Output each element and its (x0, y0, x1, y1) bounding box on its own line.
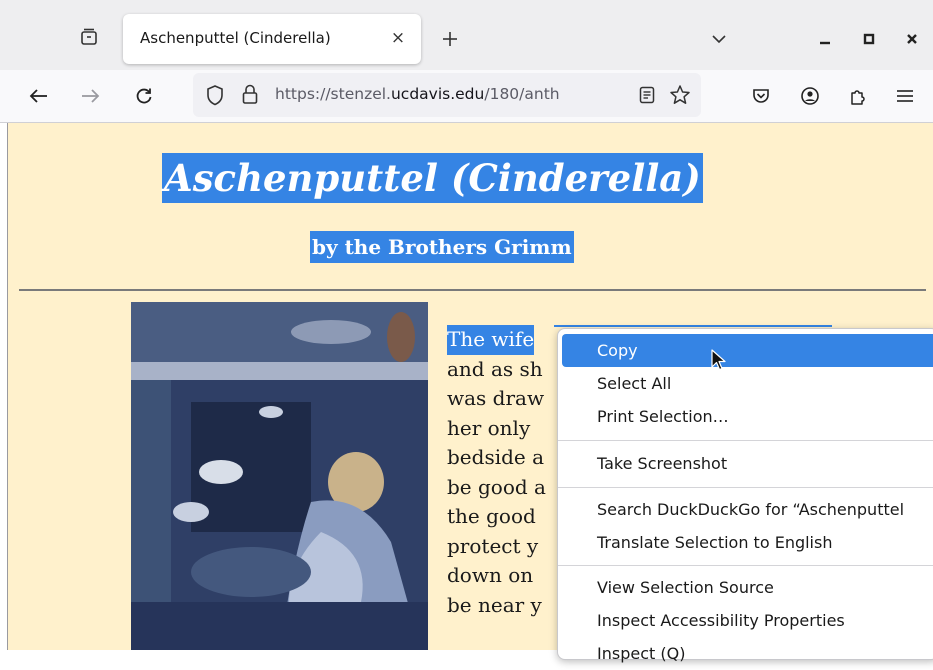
bookmark-star-icon[interactable] (669, 84, 691, 110)
navigation-toolbar: https://stenzel.ucdavis.edu/180/anth (0, 70, 933, 123)
selection-highlight (554, 325, 832, 327)
story-line: the good (447, 504, 536, 528)
menu-item-inspect[interactable]: Inspect (Q) (562, 637, 933, 670)
url-host: ucdavis.edu (390, 85, 485, 103)
context-menu: Copy Select All Print Selection… Take Sc… (557, 328, 933, 663)
new-tab-button[interactable] (438, 27, 462, 51)
account-icon[interactable] (797, 83, 823, 109)
menu-item-select-all[interactable]: Select All (562, 367, 933, 400)
list-all-tabs-chevron-down-icon[interactable] (708, 28, 730, 50)
active-tab[interactable]: Aschenputtel (Cinderella) × (123, 14, 421, 64)
menu-separator (558, 440, 933, 441)
url-prefix: https://stenzel. (275, 85, 391, 103)
story-line: and as sh (447, 356, 543, 381)
menu-item-take-screenshot[interactable]: Take Screenshot (562, 447, 933, 480)
horizontal-rule (19, 289, 926, 291)
forward-arrow-icon[interactable] (77, 83, 103, 109)
minimize-window-button[interactable] (814, 28, 836, 50)
story-line: was draw (447, 386, 545, 410)
maximize-window-button[interactable] (858, 28, 880, 50)
tab-bar: Aschenputtel (Cinderella) × (0, 0, 933, 70)
reader-view-icon[interactable] (639, 86, 655, 108)
tab-close-icon[interactable]: × (387, 27, 409, 49)
menu-item-print-selection[interactable]: Print Selection… (562, 400, 933, 433)
url-bar[interactable]: https://stenzel.ucdavis.edu/180/anth (193, 73, 701, 117)
story-text: The wife and as sh was draw her only bed… (447, 325, 546, 620)
story-line: be good a (447, 474, 546, 499)
lock-icon[interactable] (241, 83, 259, 109)
url-text[interactable]: https://stenzel.ucdavis.edu/180/anth (275, 85, 635, 103)
url-path: /180/anth (484, 85, 560, 103)
shield-icon[interactable] (205, 84, 225, 110)
reload-icon[interactable] (131, 83, 157, 109)
close-window-button[interactable] (901, 28, 923, 50)
menu-item-copy[interactable]: Copy (562, 334, 933, 367)
menu-item-translate[interactable]: Translate Selection to English (562, 526, 933, 559)
story-line: her only (447, 415, 531, 440)
mouse-cursor-icon (711, 349, 726, 371)
page-title: Aschenputtel (Cinderella) (162, 153, 703, 203)
extensions-icon[interactable] (845, 83, 871, 109)
story-line: down on (447, 563, 534, 587)
menu-separator (558, 565, 933, 566)
story-line: bedside a (447, 445, 545, 469)
story-line: protect y (447, 533, 539, 558)
story-first-words: The wife (447, 325, 535, 355)
menu-item-view-selection-source[interactable]: View Selection Source (562, 571, 933, 604)
story-line: be near y (447, 592, 542, 617)
back-arrow-icon[interactable] (26, 83, 52, 109)
pocket-icon[interactable] (748, 83, 774, 109)
tab-title: Aschenputtel (Cinderella) (140, 29, 331, 47)
menu-item-search[interactable]: Search DuckDuckGo for “Aschenputtel (562, 493, 933, 526)
page-subtitle: by the Brothers Grimm (310, 231, 574, 263)
tab-overview-icon[interactable] (78, 26, 100, 48)
menu-icon[interactable] (892, 83, 918, 109)
menu-item-inspect-accessibility[interactable]: Inspect Accessibility Properties (562, 604, 933, 637)
menu-separator (558, 487, 933, 488)
cinderella-illustration (131, 302, 428, 650)
